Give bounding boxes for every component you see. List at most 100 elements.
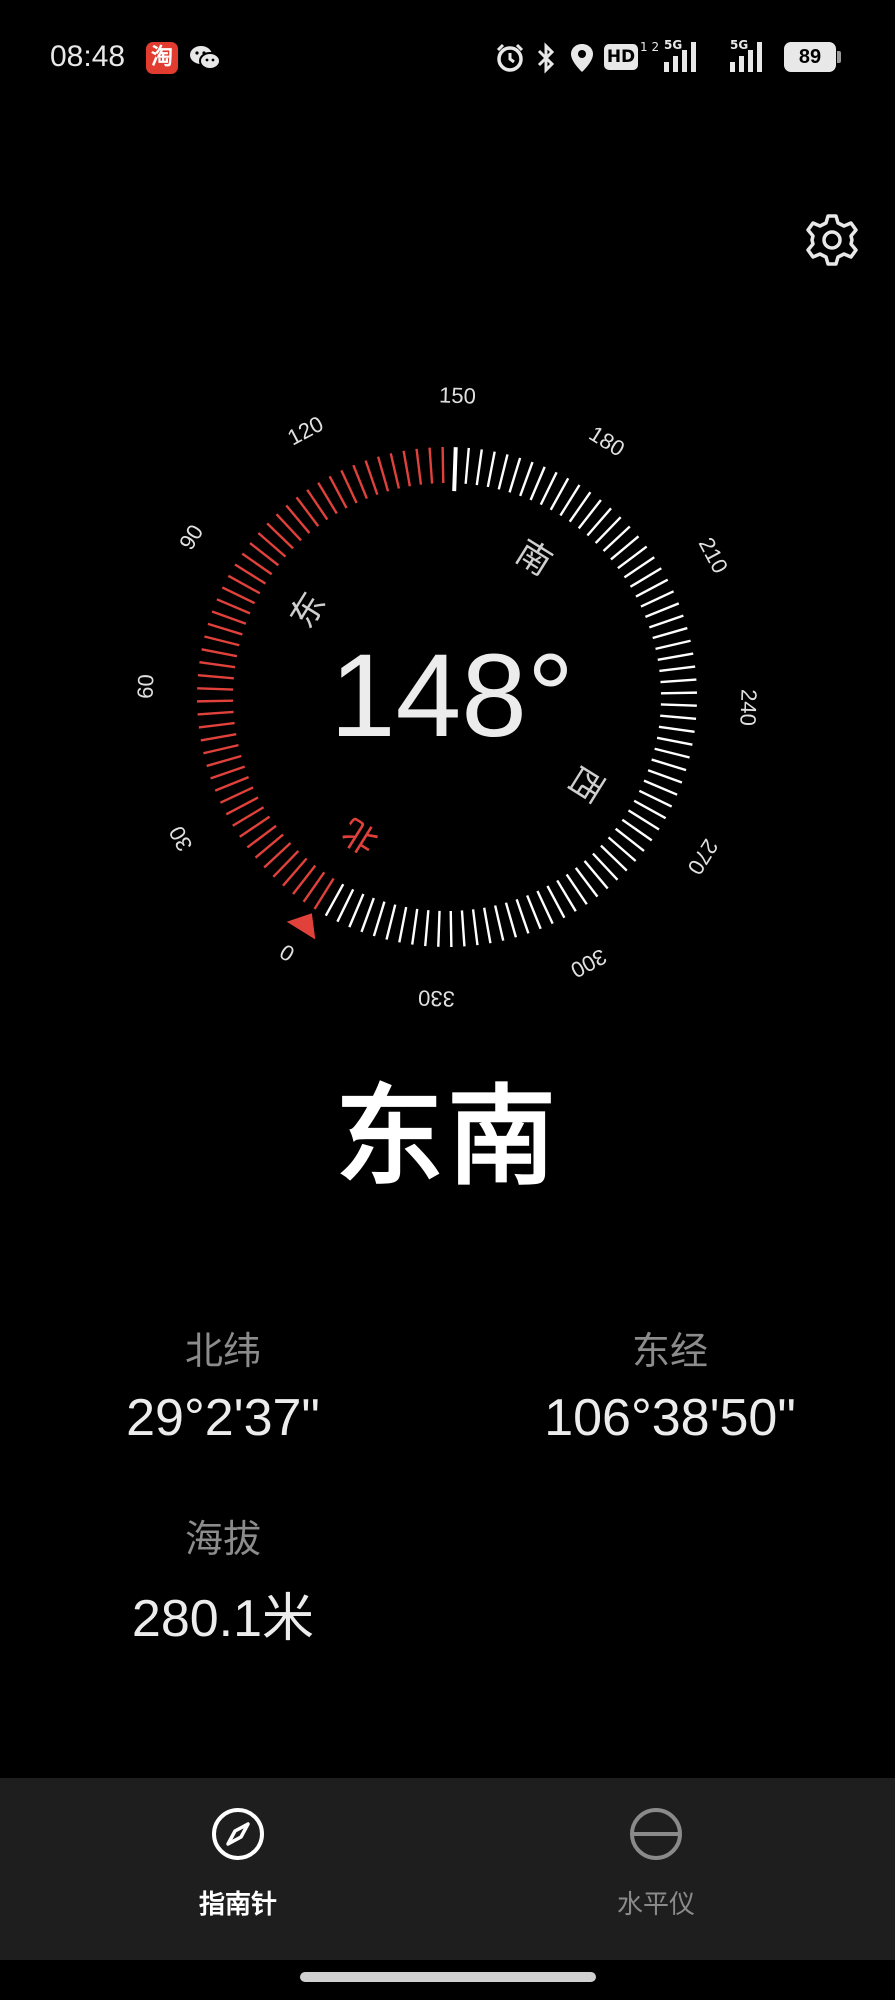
tick-mark: [659, 665, 696, 673]
tick-mark: [644, 602, 680, 618]
tick-mark: [219, 786, 254, 804]
tick-mark: [197, 687, 234, 691]
tick-mark: [657, 652, 694, 662]
tick-mark: [660, 691, 697, 695]
scale-label: 300: [567, 944, 611, 983]
tick-mark: [198, 721, 235, 729]
tick-mark: [475, 449, 483, 486]
tick-mark: [660, 678, 697, 684]
tick-mark: [340, 469, 358, 504]
tick-mark: [652, 626, 688, 640]
compass-icon: [210, 1806, 266, 1862]
tick-mark: [211, 610, 247, 625]
tick-mark: [411, 908, 419, 945]
tick-mark: [449, 910, 453, 947]
tick-mark: [364, 460, 379, 496]
scale-label: 240: [735, 689, 761, 727]
north-marker-icon: [286, 913, 316, 940]
tick-mark: [197, 710, 234, 716]
level-icon: [628, 1806, 684, 1862]
tick-mark: [428, 447, 434, 484]
cardinal-label: 西: [560, 759, 612, 809]
heading-value: 148°: [330, 630, 574, 762]
tick-mark: [460, 910, 466, 947]
tick-mark: [471, 909, 479, 946]
cardinal-label: 东: [282, 585, 334, 635]
longitude-label: 东经: [631, 1329, 708, 1373]
tick-mark: [210, 765, 246, 780]
alarm-icon: [494, 42, 526, 78]
tab-bar: 指南针 水平仪: [0, 1778, 895, 1960]
tick-mark: [508, 457, 522, 493]
tick-mark: [360, 897, 375, 933]
tick-mark: [441, 447, 445, 484]
battery-tip: [837, 51, 841, 63]
status-time: 08:48: [50, 40, 126, 73]
scale-label: 330: [418, 985, 456, 1011]
tick-mark: [640, 590, 675, 608]
tick-mark: [200, 732, 237, 742]
home-indicator[interactable]: [300, 1972, 596, 1982]
tick-mark: [647, 769, 683, 784]
taobao-icon: 淘: [146, 42, 178, 74]
wechat-icon: [188, 42, 221, 74]
tick-mark: [464, 447, 470, 484]
scale-label: 120: [283, 411, 327, 450]
tick-mark: [206, 754, 242, 768]
tick-mark: [376, 456, 390, 492]
tick-mark: [654, 747, 690, 759]
tick-mark: [336, 888, 355, 923]
tick-mark: [651, 758, 687, 772]
altitude-value: 280.1米: [131, 1590, 315, 1648]
tick-mark: [415, 448, 423, 485]
location-icon: [568, 42, 596, 78]
tick-mark: [643, 779, 678, 796]
tick-mark: [519, 461, 534, 497]
tick-mark: [504, 902, 518, 938]
tick-mark: [536, 890, 554, 925]
tick-mark: [648, 614, 684, 629]
tick-mark: [221, 586, 256, 605]
tab-compass-label: 指南针: [198, 1890, 277, 1920]
tick-mark: [225, 796, 259, 816]
tick-mark: [638, 789, 673, 808]
tick-mark: [658, 725, 695, 733]
tick-mark: [203, 743, 239, 755]
hd-icon: HD: [604, 44, 638, 70]
tick-mark: [493, 905, 505, 941]
tick-mark: [352, 464, 368, 500]
tick-mark: [529, 466, 546, 501]
scale-label: 210: [694, 533, 733, 577]
tick-mark: [515, 898, 530, 934]
tick-mark: [204, 635, 240, 647]
tick-mark: [486, 451, 496, 488]
tick-mark: [216, 598, 251, 615]
tab-compass[interactable]: 指南针: [88, 1778, 388, 1960]
battery-icon: 89: [784, 42, 836, 72]
latitude-label: 北纬: [184, 1329, 261, 1373]
status-bar: 08:48 淘 HD 1 2 5G 5G 89: [0, 0, 895, 118]
tick-mark: [197, 674, 234, 680]
scale-label: 30: [164, 822, 198, 855]
tick-mark: [526, 894, 542, 930]
tick-mark: [497, 454, 509, 490]
tab-level[interactable]: 水平仪: [506, 1778, 806, 1960]
tick-mark: [197, 699, 234, 703]
scale-label: 60: [133, 674, 159, 699]
tick-mark: [372, 901, 386, 937]
tick-mark: [389, 453, 401, 489]
scale-label: 0: [275, 939, 299, 967]
tick-mark: [398, 906, 408, 943]
tick-mark: [402, 450, 412, 487]
latitude-value: 29°2'37": [126, 1389, 320, 1447]
tick-mark: [655, 639, 691, 651]
bluetooth-icon: [534, 42, 558, 78]
tick-mark: [539, 471, 558, 506]
scale-label: 150: [439, 382, 477, 408]
tick-mark: [452, 447, 458, 492]
settings-gear-icon[interactable]: [804, 212, 860, 268]
tick-mark: [482, 907, 492, 944]
cardinal-label: 北: [335, 810, 385, 862]
tick-mark: [656, 736, 693, 746]
tick-mark: [385, 904, 397, 940]
